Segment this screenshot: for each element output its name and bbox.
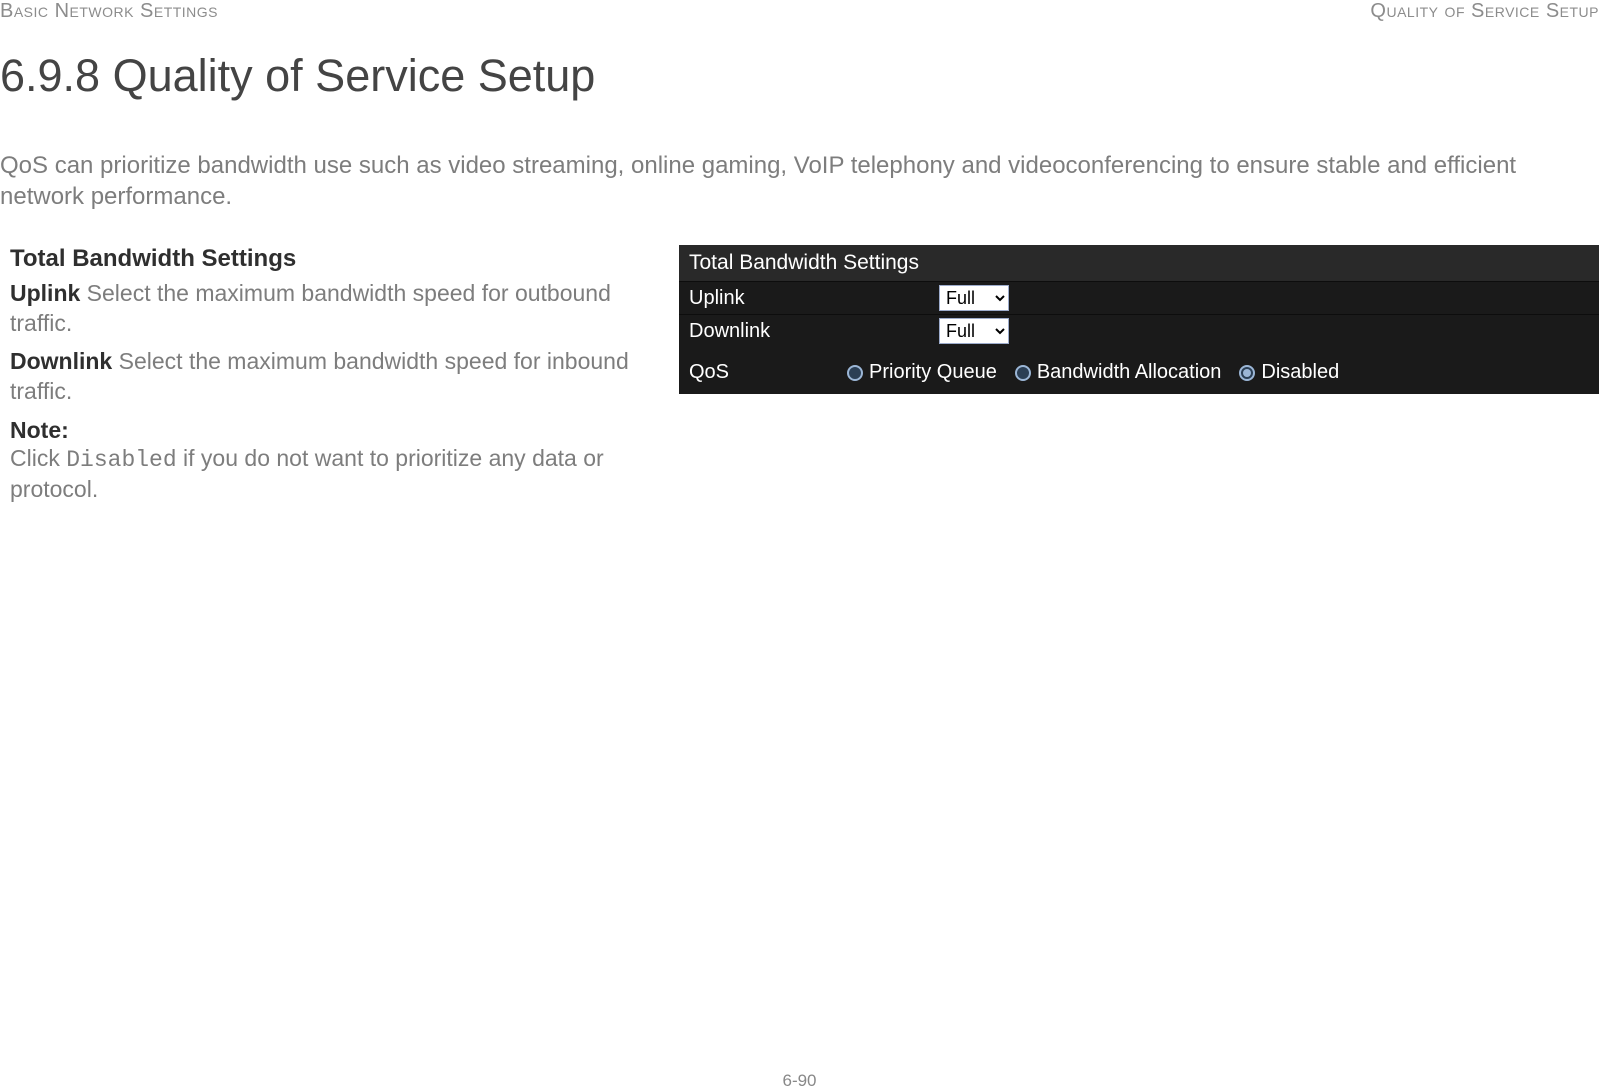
qos-label: QoS xyxy=(689,361,847,384)
downlink-term: Downlink xyxy=(10,348,112,374)
section-heading: Total Bandwidth Settings xyxy=(10,245,649,273)
uplink-term: Uplink xyxy=(10,280,80,306)
radio-icon xyxy=(1239,365,1255,381)
qos-bandwidth-label: Bandwidth Allocation xyxy=(1037,361,1222,384)
radio-icon xyxy=(1015,365,1031,381)
downlink-description: Downlink Select the maximum bandwidth sp… xyxy=(10,347,649,407)
radio-icon xyxy=(847,365,863,381)
qos-radio-priority[interactable]: Priority Queue xyxy=(847,361,997,384)
uplink-label: Uplink xyxy=(689,287,939,310)
qos-radio-bandwidth[interactable]: Bandwidth Allocation xyxy=(1015,361,1222,384)
qos-row: QoS Priority Queue Bandwidth Allocation … xyxy=(679,347,1599,394)
page-title: 6.9.8 Quality of Service Setup xyxy=(0,50,595,102)
qos-disabled-label: Disabled xyxy=(1261,361,1339,384)
note-body: Click Disabled if you do not want to pri… xyxy=(10,444,649,506)
screenshot-column: Total Bandwidth Settings Uplink Full Dow… xyxy=(679,245,1599,505)
downlink-select[interactable]: Full xyxy=(939,318,1009,344)
page-number: 6-90 xyxy=(0,1071,1599,1091)
uplink-text: Select the maximum bandwidth speed for o… xyxy=(10,280,611,336)
qos-radio-disabled[interactable]: Disabled xyxy=(1239,361,1339,384)
downlink-row: Downlink Full xyxy=(679,314,1599,347)
note-label: Note: xyxy=(10,417,649,444)
uplink-row: Uplink Full xyxy=(679,281,1599,314)
panel-title: Total Bandwidth Settings xyxy=(679,245,1599,281)
uplink-select[interactable]: Full xyxy=(939,285,1009,311)
qos-radio-group: Priority Queue Bandwidth Allocation Disa… xyxy=(847,361,1339,384)
settings-panel: Total Bandwidth Settings Uplink Full Dow… xyxy=(679,245,1599,394)
intro-paragraph: QoS can prioritize bandwidth use such as… xyxy=(0,150,1599,212)
qos-priority-label: Priority Queue xyxy=(869,361,997,384)
uplink-description: Uplink Select the maximum bandwidth spee… xyxy=(10,279,649,339)
body-columns: Total Bandwidth Settings Uplink Select t… xyxy=(0,245,1599,505)
description-column: Total Bandwidth Settings Uplink Select t… xyxy=(0,245,679,505)
note-pre: Click xyxy=(10,445,66,471)
note-code: Disabled xyxy=(66,447,176,473)
downlink-label: Downlink xyxy=(689,320,939,343)
header-right: Quality of Service Setup xyxy=(1370,0,1599,23)
header-left: Basic Network Settings xyxy=(0,0,218,23)
